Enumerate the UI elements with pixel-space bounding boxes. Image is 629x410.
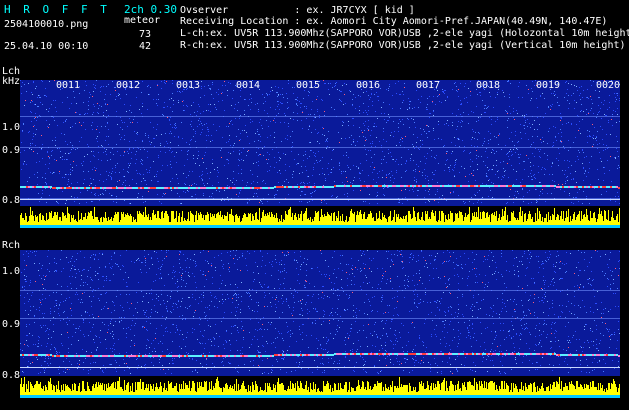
time-label: 0020 [596, 80, 621, 91]
lch-count: 73 [139, 29, 152, 40]
rch-spectrogram [20, 250, 620, 400]
rch-freq-label: 0.9 [2, 319, 21, 330]
spectrogram-body [20, 250, 620, 400]
lch-spectrogram-panel [20, 80, 620, 230]
rch-freq-label: 1.0 [2, 266, 21, 277]
file-name: 2504100010.png [4, 19, 89, 30]
observer-line: Ovserver : ex. JR7CYX [ kid ] [180, 5, 415, 16]
rch-info-line: R-ch:ex. UV5R 113.900Mhz(SAPPORO VOR)USB… [180, 40, 626, 51]
spectrogram-body [20, 80, 620, 230]
time-label: 0019 [536, 80, 561, 91]
capture-datetime: 25.04.10 00:10 [4, 41, 89, 52]
lch-unit-label: kHz [2, 76, 21, 87]
time-label: 0018 [476, 80, 501, 91]
hroft-window: H R O F F T 2ch 0.30 meteor 2504100010.p… [0, 0, 629, 410]
rch-count: 42 [139, 41, 152, 52]
lch-spectrogram [20, 80, 620, 230]
rch-spectrogram-panel [20, 250, 620, 400]
lch-freq-label: 1.0 [2, 122, 21, 133]
lch-freq-label: 0.9 [2, 145, 21, 156]
time-label: 0012 [116, 80, 141, 91]
time-label: 0017 [416, 80, 441, 91]
time-label: 0011 [56, 80, 81, 91]
app-version: 2ch 0.30 [124, 3, 177, 16]
time-label: 0013 [176, 80, 201, 91]
rch-channel-label: Rch [2, 240, 21, 251]
rch-freq-label: 0.8 [2, 370, 21, 381]
mode-label: meteor [124, 15, 161, 26]
lch-info-line: L-ch:ex. UV5R 113.900Mhz(SAPPORO VOR)USB… [180, 28, 629, 39]
lch-freq-label: 0.8 [2, 195, 21, 206]
location-line: Receiving Location : ex. Aomori City Aom… [180, 16, 608, 27]
app-title: H R O F F T [4, 3, 110, 16]
time-label: 0015 [296, 80, 321, 91]
time-label: 0016 [356, 80, 381, 91]
time-label: 0014 [236, 80, 261, 91]
